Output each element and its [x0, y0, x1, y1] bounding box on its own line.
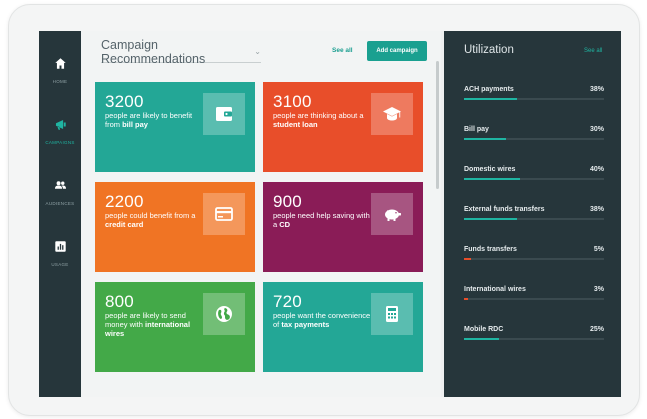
wallet-icon: [203, 93, 245, 135]
utilization-bar-fill: [464, 98, 518, 100]
utilization-track: [464, 298, 604, 300]
utilization-bar-fill: [464, 178, 520, 180]
credit-card-icon: [203, 193, 245, 235]
graduation-cap-icon: [371, 93, 413, 135]
utilization-label: International wires: [464, 286, 526, 293]
card-text: people are thinking about a student loan: [273, 111, 364, 129]
utilization-value: 5%: [593, 246, 604, 253]
utilization-track: [464, 218, 604, 220]
utilization-label: External funds transfers: [464, 206, 545, 213]
chevron-down-icon: ⌄: [254, 47, 261, 56]
scrollbar[interactable]: [436, 61, 439, 189]
utilization-value: 38%: [589, 86, 604, 93]
card-bill-pay[interactable]: 3200 people are likely to benefit from b…: [95, 82, 255, 172]
nav-item-audiences[interactable]: AUDIENCES: [39, 179, 81, 225]
card-text: people need help saving with a CD: [273, 211, 370, 229]
utilization-label: Funds transfers: [464, 246, 517, 253]
utilization-track: [464, 258, 604, 260]
utilization-bar-fill: [464, 258, 471, 260]
utilization-track: [464, 338, 604, 340]
nav-label-usage: USAGE: [51, 262, 69, 267]
campaign-dropdown[interactable]: Campaign Recommendations ⌄: [101, 37, 261, 66]
app-screen: HOME CAMPAIGNS AUDIENCES USAGE Campaign …: [39, 31, 621, 397]
utilization-value: 30%: [589, 126, 604, 133]
nav-label-home: HOME: [52, 79, 68, 84]
utilization-row[interactable]: Funds transfers 5%: [464, 246, 604, 264]
campaign-panel: Campaign Recommendations ⌄ See all Add c…: [81, 31, 441, 397]
nav-label-audiences: AUDIENCES: [45, 201, 75, 206]
utilization-label: Domestic wires: [464, 166, 516, 173]
utilization-bar-fill: [464, 138, 506, 140]
utilization-bar-fill: [464, 218, 518, 220]
utilization-value: 3%: [593, 286, 604, 293]
nav-item-usage[interactable]: USAGE: [39, 240, 81, 286]
card-student-loan[interactable]: 3100 people are thinking about a student…: [263, 82, 423, 172]
card-text: people are likely to send money with int…: [105, 311, 191, 338]
card-cd[interactable]: 900 people need help saving with a CD: [263, 182, 423, 272]
card-credit-card[interactable]: 2200 people could benefit from a credit …: [95, 182, 255, 272]
utilization-value: 40%: [589, 166, 604, 173]
card-text: people want the convenience of tax payme…: [273, 311, 371, 329]
nav-label-campaigns: CAMPAIGNS: [45, 140, 75, 145]
piggy-bank-icon: [371, 193, 413, 235]
utilization-panel: Utilization See all ACH payments 38% Bill …: [444, 31, 621, 397]
utilization-value: 25%: [589, 326, 604, 333]
home-icon: [54, 57, 67, 75]
card-text: people could benefit from a credit card: [105, 211, 196, 229]
card-tax-payments[interactable]: 720 people want the convenience of tax p…: [263, 282, 423, 372]
utilization-track: [464, 98, 604, 100]
nav-item-campaigns[interactable]: CAMPAIGNS: [39, 118, 81, 164]
utilization-label: Bill pay: [464, 126, 489, 133]
utilization-track: [464, 178, 604, 180]
see-all-campaigns-link[interactable]: See all: [332, 47, 353, 54]
utilization-row[interactable]: Mobile RDC 25%: [464, 326, 604, 344]
sidebar: HOME CAMPAIGNS AUDIENCES USAGE: [39, 31, 81, 397]
utilization-row[interactable]: International wires 3%: [464, 286, 604, 304]
audience-icon: [54, 179, 67, 197]
page-title: Campaign Recommendations: [101, 37, 206, 66]
utilization-row[interactable]: ACH payments 38%: [464, 86, 604, 104]
utilization-bar-fill: [464, 298, 469, 300]
utilization-track: [464, 138, 604, 140]
utilization-bar-fill: [464, 338, 499, 340]
calculator-icon: [371, 293, 413, 335]
card-text: people are likely to benefit from bill p…: [105, 111, 193, 129]
utilization-row[interactable]: Bill pay 30%: [464, 126, 604, 144]
add-campaign-button[interactable]: Add campaign: [367, 41, 427, 61]
utilization-title: Utilization: [464, 44, 514, 56]
utilization-label: ACH payments: [464, 86, 514, 93]
utilization-row[interactable]: External funds transfers 38%: [464, 206, 604, 224]
see-all-utilization-link[interactable]: See all: [584, 48, 602, 54]
nav-item-home[interactable]: HOME: [39, 57, 81, 103]
utilization-row[interactable]: Domestic wires 40%: [464, 166, 604, 184]
utilization-label: Mobile RDC: [464, 326, 504, 333]
globe-icon: [203, 293, 245, 335]
usage-icon: [54, 240, 67, 258]
card-international-wires[interactable]: 800 people are likely to send money with…: [95, 282, 255, 372]
utilization-value: 38%: [589, 206, 604, 213]
campaign-icon: [54, 118, 67, 136]
